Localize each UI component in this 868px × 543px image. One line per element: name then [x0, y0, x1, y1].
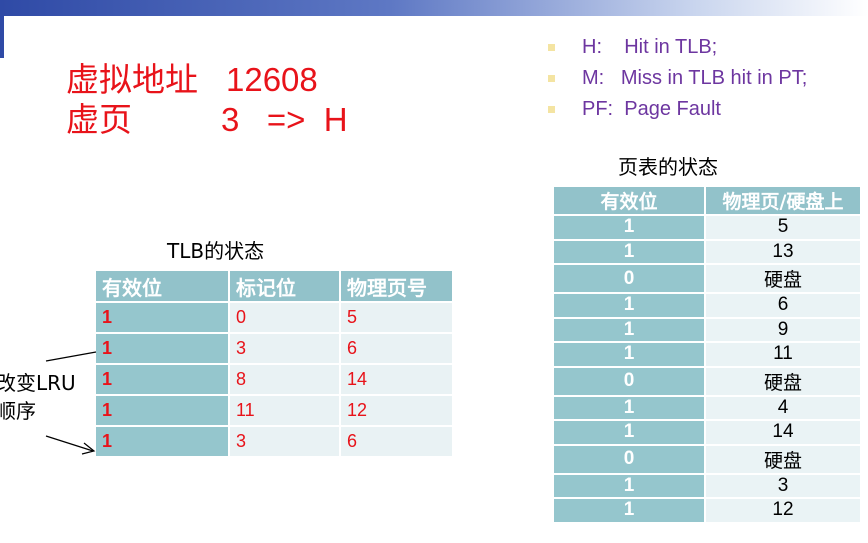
pt-cell-valid: 1	[552, 238, 706, 265]
pt-cell-valid: 1	[552, 292, 706, 319]
pt-cell-valid: 0	[552, 443, 706, 475]
table-row: 0 硬盘	[552, 365, 862, 397]
table-row: 0 硬盘	[552, 263, 862, 294]
pt-cell-location: 14	[704, 419, 862, 446]
table-row: 13	[552, 472, 862, 499]
pt-cell-valid: 1	[552, 394, 706, 421]
table-row: 19	[552, 316, 862, 343]
pt-header-location: 物理页/硬盘上	[704, 185, 862, 216]
pt-header-valid: 有效位	[552, 185, 706, 216]
pt-cell-valid: 0	[552, 365, 706, 397]
page-table-header-row: 有效位 物理页/硬盘上	[552, 185, 862, 216]
pt-cell-location: 6	[704, 292, 862, 319]
pt-cell-valid: 1	[552, 214, 706, 241]
page-table: 有效位 物理页/硬盘上 15 1 13 0 硬盘 16 19 1 11 0 硬盘 14 …	[552, 185, 862, 524]
table-row: 1 11	[552, 341, 862, 368]
table-row: 16	[552, 292, 862, 319]
table-row: 1 12	[552, 497, 862, 524]
table-row: 1 14	[552, 419, 862, 446]
pt-cell-valid: 1	[552, 497, 706, 524]
pt-cell-location: 3	[704, 472, 862, 499]
page-table-title: 页表的状态	[618, 155, 718, 179]
table-row: 15	[552, 214, 862, 241]
pt-cell-valid: 1	[552, 316, 706, 343]
pt-cell-location: 11	[704, 341, 862, 368]
pt-cell-valid: 1	[552, 419, 706, 446]
pt-cell-location: 9	[704, 316, 862, 343]
pt-cell-location: 5	[704, 214, 862, 241]
table-row: 1 13	[552, 238, 862, 265]
pt-cell-valid: 0	[552, 263, 706, 294]
table-row: 0 硬盘	[552, 443, 862, 475]
pt-cell-location: 12	[704, 497, 862, 524]
pt-cell-valid: 1	[552, 341, 706, 368]
pt-cell-valid: 1	[552, 472, 706, 499]
pt-cell-location: 硬盘	[704, 365, 862, 397]
pt-cell-location: 4	[704, 394, 862, 421]
pt-cell-location: 硬盘	[704, 263, 862, 294]
lru-pointer-line	[45, 351, 97, 362]
pt-cell-location: 硬盘	[704, 443, 862, 475]
pt-cell-location: 13	[704, 238, 862, 265]
table-row: 14	[552, 394, 862, 421]
lru-arrow-line	[45, 435, 94, 452]
